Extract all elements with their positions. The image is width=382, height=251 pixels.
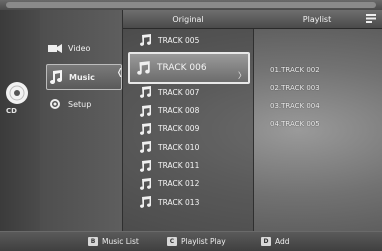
track-label: TRACK 008	[158, 106, 200, 116]
key-c-icon: C	[167, 237, 177, 246]
menu-label-video: Video	[68, 43, 91, 53]
device-label: CD	[6, 107, 17, 115]
music-note-icon	[139, 141, 153, 154]
playlist-panel: Playlist 01.TRACK 002 02.TRACK 003 03.TRAC…	[252, 10, 382, 231]
top-bar-highlight	[6, 2, 376, 8]
setup-icon	[46, 95, 64, 113]
key-b-icon: B	[88, 237, 98, 246]
playlist-item[interactable]: 02.TRACK 003	[270, 84, 320, 92]
music-note-icon	[47, 68, 65, 86]
track-row[interactable]: TRACK 008	[127, 103, 249, 119]
playlist-item[interactable]: 03.TRACK 004	[270, 102, 320, 110]
track-row[interactable]: TRACK 005	[127, 32, 249, 48]
key-hint-bar: B Music List C Playlist Play D Add	[0, 231, 382, 251]
track-label: TRACK 010	[158, 142, 200, 152]
original-header: Original	[123, 10, 253, 29]
playlist-play-hint[interactable]: C Playlist Play	[167, 237, 226, 246]
track-label: TRACK 012	[158, 179, 200, 189]
track-row[interactable]: TRACK 010	[127, 139, 249, 155]
track-row[interactable]: TRACK 006	[128, 52, 250, 85]
track-row[interactable]: TRACK 009	[127, 121, 249, 137]
track-row[interactable]: TRACK 013	[127, 194, 249, 210]
playlist-icon	[366, 14, 376, 23]
track-label: TRACK 009	[158, 124, 200, 134]
video-camera-icon	[46, 39, 64, 57]
menu-item-music[interactable]: Music	[46, 64, 122, 90]
device-panel: CD	[0, 10, 40, 231]
menu-item-setup[interactable]: Setup	[46, 92, 120, 116]
music-note-icon	[139, 104, 153, 117]
track-label: TRACK 005	[158, 35, 200, 45]
add-hint[interactable]: D Add	[261, 237, 290, 246]
add-label: Add	[275, 237, 290, 246]
screen: CD Video Music Setup Original TRACK 005 T…	[0, 0, 382, 251]
key-d-icon: D	[261, 237, 271, 246]
track-label: TRACK 013	[158, 197, 200, 207]
menu-label-music: Music	[69, 72, 95, 82]
music-note-icon	[139, 34, 153, 46]
menu-label-setup: Setup	[68, 99, 92, 109]
track-row[interactable]: TRACK 011	[127, 158, 249, 174]
music-note-icon	[139, 177, 153, 190]
playlist-item[interactable]: 04.TRACK 005	[270, 120, 320, 128]
playlist-header-label: Playlist	[302, 14, 332, 24]
chevron-right-icon: 〉	[238, 71, 246, 80]
music-list-hint[interactable]: B Music List	[88, 237, 139, 246]
music-note-icon	[139, 159, 153, 172]
music-note-icon	[139, 122, 153, 135]
music-note-icon	[136, 60, 152, 76]
track-label: TRACK 011	[158, 161, 200, 170]
track-label: TRACK 007	[158, 87, 200, 97]
disc-icon	[6, 82, 28, 104]
category-menu: Video Music Setup	[40, 10, 122, 231]
track-row[interactable]: TRACK 012	[127, 176, 249, 192]
music-note-icon	[139, 196, 153, 208]
track-list: Original TRACK 005 TRACK 006 TRACK 007 TRAC…	[122, 10, 254, 231]
playlist-item[interactable]: 01.TRACK 002	[270, 66, 320, 74]
track-row[interactable]: TRACK 007	[127, 84, 249, 100]
playlist-header: Playlist	[252, 10, 382, 29]
track-label: TRACK 006	[157, 63, 207, 74]
music-note-icon	[139, 86, 153, 99]
music-list-label: Music List	[102, 237, 139, 246]
menu-item-video[interactable]: Video	[46, 36, 120, 60]
chevron-left-icon: ❬	[116, 68, 124, 78]
playlist-play-label: Playlist Play	[181, 237, 226, 246]
